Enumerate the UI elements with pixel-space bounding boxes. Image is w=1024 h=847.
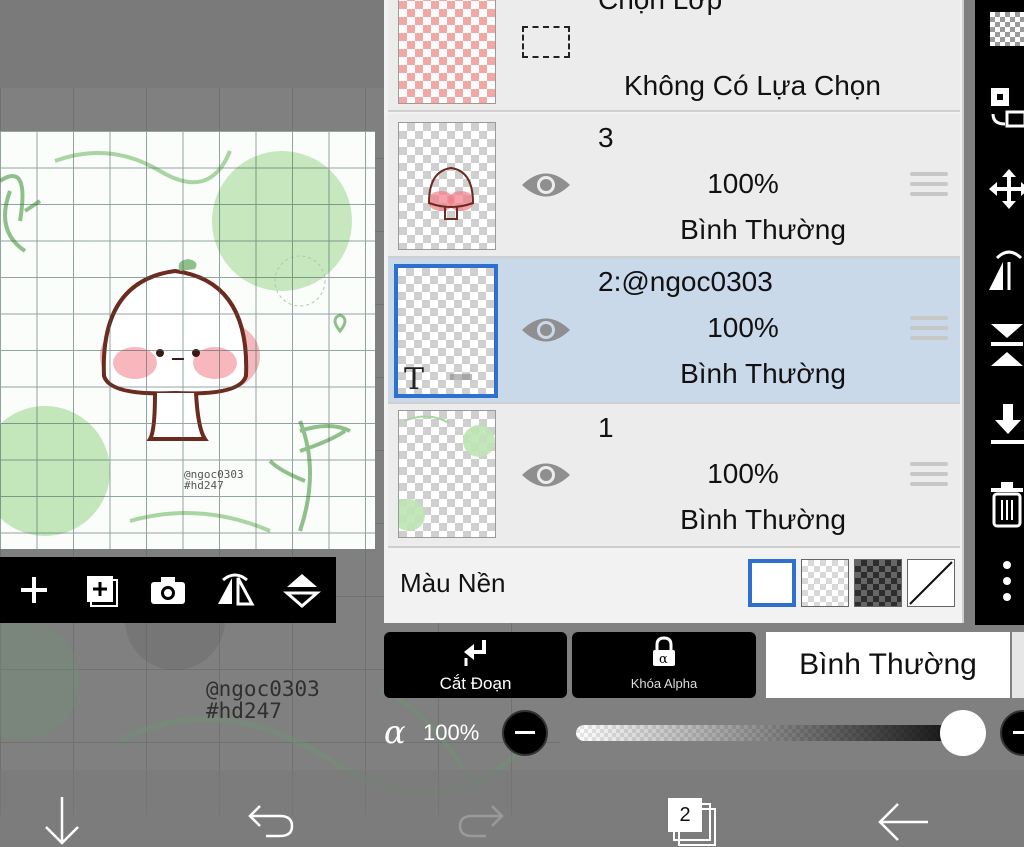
bg-white-option[interactable] bbox=[748, 559, 796, 607]
layer-row[interactable]: 3 100% Bình Thường bbox=[388, 114, 960, 258]
opacity-slider-track[interactable] bbox=[576, 725, 966, 741]
blend-mode-value: Bình Thường bbox=[799, 648, 977, 681]
text-preview bbox=[450, 374, 472, 380]
background-color-row: Màu Nền bbox=[388, 548, 960, 620]
selection-status: Không Có Lựa Chọn bbox=[624, 70, 881, 101]
flip-h-icon[interactable] bbox=[975, 246, 1024, 296]
bottom-navigation-bar bbox=[0, 770, 1024, 847]
move-icon[interactable] bbox=[975, 164, 1024, 214]
layer-row-selected[interactable]: T 2:@ngoc0303 100% Bình Thường bbox=[388, 258, 960, 404]
drag-handle-icon[interactable] bbox=[910, 316, 948, 346]
visibility-eye-icon[interactable] bbox=[520, 313, 572, 347]
drag-handle-icon[interactable] bbox=[910, 462, 948, 492]
add-image-layer-icon[interactable] bbox=[67, 557, 134, 623]
layer-thumbnail bbox=[398, 410, 496, 538]
blend-mode-dropdown[interactable]: Bình Thường bbox=[766, 632, 1010, 698]
flip-horizontal-icon[interactable] bbox=[201, 557, 268, 623]
redo-icon[interactable] bbox=[456, 800, 506, 840]
visibility-eye-icon[interactable] bbox=[520, 458, 572, 492]
background-color-label: Màu Nền bbox=[400, 568, 506, 598]
layer-row[interactable]: 1 100% Bình Thường bbox=[388, 404, 960, 548]
undo-icon[interactable] bbox=[246, 800, 296, 840]
layer-thumbnail: T bbox=[394, 264, 498, 398]
visibility-eye-icon[interactable] bbox=[520, 168, 572, 202]
download-icon[interactable] bbox=[975, 400, 1024, 450]
opacity-slider-knob[interactable] bbox=[940, 710, 986, 756]
artwork-canvas[interactable]: @ngoc0303 #hd247 bbox=[0, 131, 375, 549]
alpha-symbol: α bbox=[384, 713, 406, 751]
selection-marquee-icon bbox=[522, 26, 570, 58]
layer-opacity: 100% bbox=[707, 458, 779, 489]
layer-name: 1 bbox=[598, 412, 614, 443]
opacity-decrease-button[interactable] bbox=[502, 710, 548, 756]
canvas-top-area bbox=[0, 0, 385, 88]
selection-thumbnail bbox=[398, 0, 496, 104]
blend-mode-edge bbox=[1012, 632, 1024, 698]
layer-panel: Chọn Lớp Không Có Lựa Chọn 3 100% Bình T… bbox=[384, 0, 964, 623]
opacity-value: 100% bbox=[423, 720, 480, 745]
layer-name: 2:@ngoc0303 bbox=[598, 266, 773, 297]
transform-icon[interactable] bbox=[975, 82, 1024, 132]
svg-text:α: α bbox=[659, 652, 668, 667]
bg-custom-option[interactable] bbox=[907, 559, 955, 607]
flip-vertical-icon[interactable] bbox=[268, 557, 335, 623]
artwork-watermark: @ngoc0303 #hd247 bbox=[184, 469, 244, 491]
alpha-lock-button[interactable]: α Khóa Alpha bbox=[572, 632, 756, 698]
background-watermark: @ngoc0303 #hd247 bbox=[206, 678, 320, 722]
layer-opacity: 100% bbox=[707, 312, 779, 343]
clip-label: Cắt Đoạn bbox=[439, 674, 512, 693]
watermark-handle: @ngoc0303 bbox=[206, 677, 320, 701]
lock-icon: α bbox=[653, 636, 675, 667]
clip-arrow-icon bbox=[464, 640, 486, 666]
merge-down-icon[interactable] bbox=[975, 320, 1024, 370]
layer-blend-mode: Bình Thường bbox=[680, 358, 846, 389]
layer-blend-mode: Bình Thường bbox=[680, 504, 846, 535]
watermark-tag: #hd247 bbox=[206, 699, 282, 723]
canvas-toolbar bbox=[0, 557, 336, 623]
layer-opacity: 100% bbox=[707, 168, 779, 199]
camera-icon[interactable] bbox=[134, 557, 201, 623]
bg-transparent-option[interactable] bbox=[801, 559, 849, 607]
layer-thumbnail bbox=[398, 122, 496, 250]
alpha-lock-label: Khóa Alpha bbox=[630, 676, 698, 691]
back-icon[interactable] bbox=[876, 800, 932, 844]
selection-layer-title: Chọn Lớp bbox=[598, 0, 722, 16]
more-icon[interactable] bbox=[975, 556, 1024, 606]
layer-blend-mode: Bình Thường bbox=[680, 214, 846, 245]
clip-button[interactable]: Cắt Đoạn bbox=[384, 632, 567, 698]
drag-handle-icon[interactable] bbox=[910, 172, 948, 202]
trash-icon[interactable] bbox=[975, 480, 1024, 530]
down-arrow-icon[interactable] bbox=[40, 795, 84, 847]
text-layer-glyph: T bbox=[404, 362, 425, 397]
layer-name: 3 bbox=[598, 122, 614, 153]
selection-layer-row[interactable]: Chọn Lớp Không Có Lựa Chọn bbox=[388, 0, 960, 112]
watermark-tag-small: #hd247 bbox=[184, 479, 224, 492]
add-layer-icon[interactable] bbox=[0, 557, 67, 623]
right-toolbar bbox=[975, 0, 1024, 625]
checker-icon[interactable] bbox=[975, 4, 1024, 54]
bg-dark-checker-option[interactable] bbox=[854, 559, 902, 607]
layers-icon[interactable]: 2 bbox=[668, 798, 718, 846]
layer-count: 2 bbox=[668, 798, 702, 832]
